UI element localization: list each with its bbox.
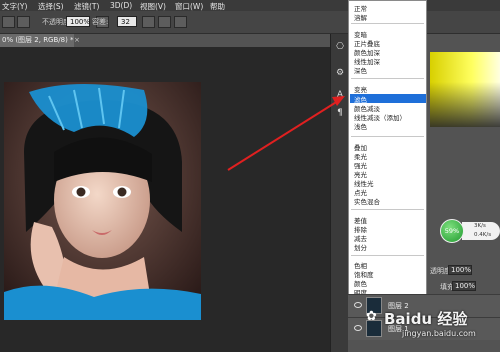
opacity-input[interactable]: 100% <box>66 16 90 27</box>
menu-3d[interactable]: 3D(D) <box>110 1 132 10</box>
blend-mode-menu[interactable]: 正常 溶解 变暗 正片叠底 颜色加深 线性加深 深色 变亮 滤色 颜色减淡 线性… <box>348 0 427 297</box>
blend-option[interactable]: 溶解 <box>354 12 367 22</box>
download-speed: 0.4K/s <box>474 232 492 238</box>
menu-divider <box>351 23 424 24</box>
tool-preset-icon[interactable] <box>2 16 15 28</box>
pressure-icon[interactable] <box>158 16 171 28</box>
baidu-paw-icon: ✿ <box>366 309 377 324</box>
mode-toggle-icon[interactable] <box>17 16 30 28</box>
history-icon[interactable]: ⎔ <box>334 42 346 53</box>
color-picker-shade <box>430 52 500 127</box>
canvas-photo <box>4 82 201 320</box>
visibility-eye-icon[interactable] <box>354 302 362 308</box>
symmetry-icon[interactable] <box>174 16 187 28</box>
blend-option[interactable]: 变亮 <box>354 84 367 94</box>
network-speed-widget[interactable]: 59% 3K/s 0.4K/s <box>440 219 500 243</box>
adjust-icon[interactable]: ⚙ <box>334 68 346 79</box>
menu-divider <box>351 255 424 256</box>
document-tab[interactable]: 0% (图层 2, RGB/8) * <box>0 34 74 47</box>
paragraph-icon[interactable]: ¶ <box>334 108 346 119</box>
character-icon[interactable]: A <box>334 90 346 101</box>
menu-divider <box>351 209 424 210</box>
watermark-url: jingyan.baidu.com <box>402 329 476 338</box>
tolerance-input[interactable]: 32 <box>117 16 137 27</box>
menu-divider <box>351 136 424 137</box>
blend-option[interactable]: 浅色 <box>354 121 367 131</box>
tolerance-label: 容差: <box>92 18 109 26</box>
panel-tools-column: ⎔ ⚙ A ¶ <box>330 34 349 352</box>
blend-option[interactable]: 实色混合 <box>354 196 380 206</box>
blend-option[interactable]: 划分 <box>354 242 367 252</box>
close-tab-icon[interactable]: × <box>74 34 80 47</box>
sample-icon[interactable] <box>142 16 155 28</box>
watermark-brand: Baidu 经验 <box>384 310 468 328</box>
menu-divider <box>351 78 424 79</box>
visibility-eye-icon[interactable] <box>354 325 362 331</box>
blend-option[interactable]: 深色 <box>354 65 367 75</box>
speed-percent: 59% <box>440 219 464 243</box>
upload-speed: 3K/s <box>474 223 486 229</box>
